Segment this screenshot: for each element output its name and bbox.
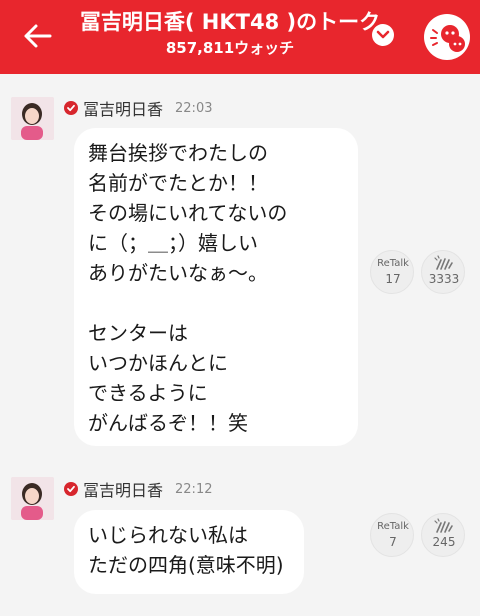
- clap-button[interactable]: 3333: [421, 250, 465, 294]
- message-bubble[interactable]: 舞台挨拶でわたしの 名前がでたとか！！ その場にいれてないの に（；＿；）嬉しい…: [74, 128, 358, 446]
- sender-name: 冨吉明日香: [83, 481, 164, 500]
- retalk-count: 7: [389, 535, 397, 549]
- app-header: 冨吉明日香( HKT48 )のトーク 857,811ウォッチ: [0, 0, 480, 74]
- mascot-icon[interactable]: [424, 14, 470, 60]
- timestamp: 22:03: [175, 100, 213, 116]
- message-meta: 冨吉明日香 22:12: [64, 479, 213, 500]
- clap-icon: [434, 255, 453, 270]
- verified-check-icon: [64, 101, 78, 115]
- retalk-label: ReTalk: [377, 521, 409, 532]
- message-bubble[interactable]: いじられない私は ただの四角(意味不明): [74, 510, 304, 594]
- clap-icon: [434, 518, 453, 533]
- back-arrow-icon[interactable]: [20, 20, 56, 52]
- sender-name: 冨吉明日香: [83, 100, 164, 119]
- avatar[interactable]: [11, 477, 54, 520]
- avatar[interactable]: [11, 97, 54, 140]
- chevron-down-icon[interactable]: [372, 24, 394, 46]
- clap-count: 3333: [428, 272, 460, 286]
- page-title: 冨吉明日香( HKT48 )のトーク: [79, 10, 381, 34]
- clap-count: 245: [432, 535, 456, 549]
- message-meta: 冨吉明日香 22:03: [64, 98, 213, 119]
- retalk-label: ReTalk: [377, 258, 409, 269]
- retalk-button[interactable]: ReTalk 17: [370, 250, 414, 294]
- retalk-count: 17: [385, 272, 401, 286]
- retalk-button[interactable]: ReTalk 7: [370, 513, 414, 557]
- verified-check-icon: [64, 482, 78, 496]
- clap-button[interactable]: 245: [421, 513, 465, 557]
- timestamp: 22:12: [175, 481, 213, 497]
- watch-count: 857,811ウォッチ: [165, 39, 295, 57]
